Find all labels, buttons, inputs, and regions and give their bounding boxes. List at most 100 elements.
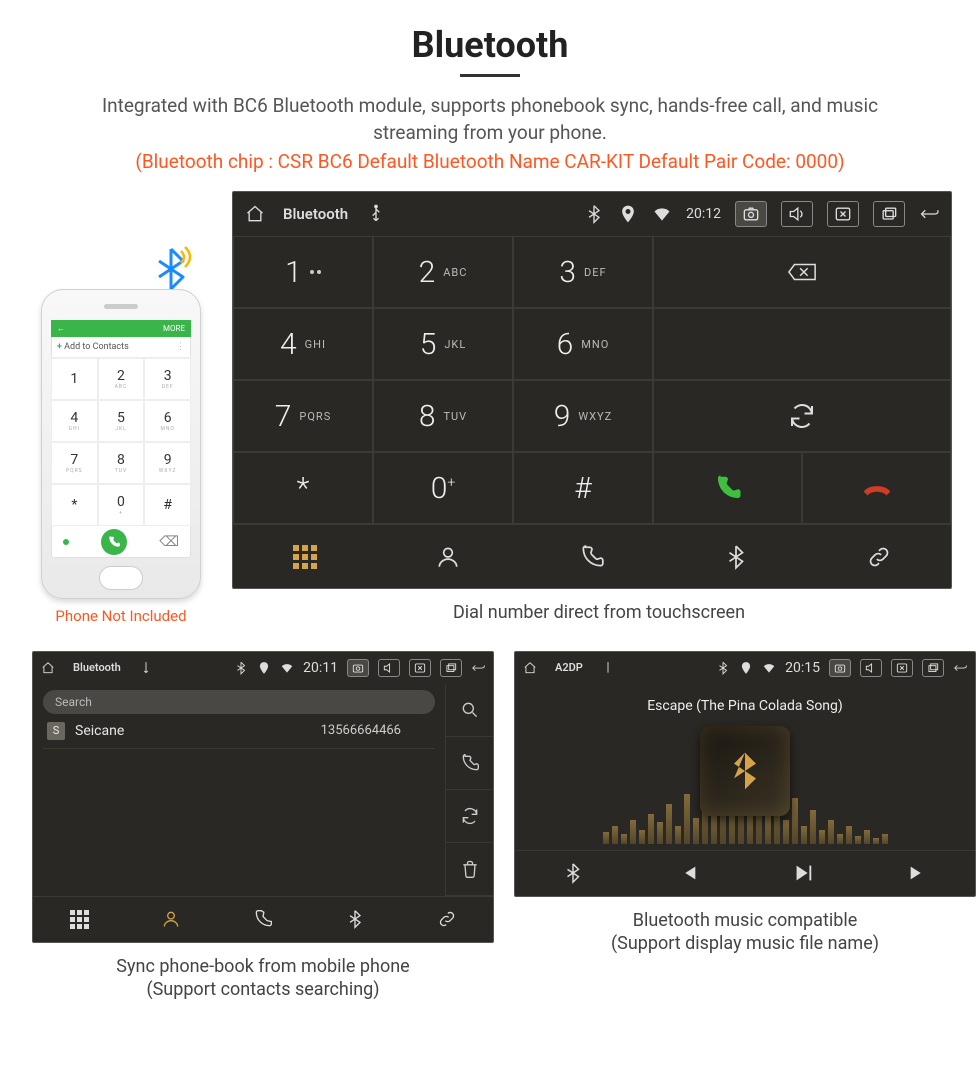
wifi-icon bbox=[762, 661, 776, 675]
section-spec: (Bluetooth chip : CSR BC6 Default Blueto… bbox=[0, 150, 980, 173]
status-bar: Bluetooth 20:11 bbox=[33, 652, 493, 684]
bluetooth-button[interactable] bbox=[515, 851, 630, 896]
side-call-button[interactable] bbox=[446, 737, 493, 790]
phone-key-7: 7PQRS bbox=[51, 442, 98, 484]
sync-button[interactable] bbox=[653, 380, 951, 452]
music-panel: A2DP 20:15 Escape (The Pina Colada Song) bbox=[514, 651, 976, 897]
volume-button[interactable] bbox=[781, 201, 813, 227]
wifi-icon bbox=[280, 661, 294, 675]
phone-key-6: 6MNO bbox=[144, 400, 191, 442]
dial-key-2[interactable]: 2ABC bbox=[373, 236, 513, 308]
search-input[interactable]: Search bbox=[43, 690, 435, 714]
contact-row[interactable]: S Seicane 13566664466 bbox=[43, 714, 435, 749]
contact-initial: S bbox=[47, 722, 65, 740]
dial-key-*[interactable]: * bbox=[233, 452, 373, 524]
phone-more-label: MORE bbox=[163, 324, 185, 333]
app-title: Bluetooth bbox=[73, 661, 121, 674]
side-sync-button[interactable] bbox=[446, 790, 493, 843]
tab-dialpad[interactable] bbox=[33, 897, 125, 942]
phonebook-panel: Bluetooth 20:11 Search bbox=[32, 651, 494, 943]
dial-blank bbox=[653, 308, 951, 380]
phone-key-#: # bbox=[144, 484, 191, 526]
call-button[interactable] bbox=[653, 452, 802, 524]
track-title: Escape (The Pina Colada Song) bbox=[647, 698, 843, 714]
screenshot-button[interactable] bbox=[735, 201, 767, 227]
dial-key-#[interactable]: # bbox=[513, 452, 653, 524]
clock: 20:12 bbox=[686, 206, 721, 222]
dial-key-3[interactable]: 3DEF bbox=[513, 236, 653, 308]
status-bar: Bluetooth 20:12 bbox=[233, 192, 951, 236]
location-icon bbox=[739, 661, 753, 675]
phone-key-4: 4GHI bbox=[51, 400, 98, 442]
app-title: Bluetooth bbox=[283, 205, 348, 223]
clock: 20:11 bbox=[303, 660, 338, 676]
recent-apps-button[interactable] bbox=[440, 659, 462, 677]
wifi-icon bbox=[652, 204, 672, 224]
dial-key-0[interactable]: 0+ bbox=[373, 452, 513, 524]
dial-key-8[interactable]: 8TUV bbox=[373, 380, 513, 452]
volume-button[interactable] bbox=[378, 659, 400, 677]
album-art-icon bbox=[700, 726, 790, 816]
tab-contacts[interactable] bbox=[377, 525, 521, 588]
prev-track-button[interactable] bbox=[630, 851, 745, 896]
location-icon bbox=[618, 204, 638, 224]
home-icon[interactable] bbox=[523, 661, 537, 675]
phone-key-2: 2ABC bbox=[98, 358, 145, 400]
screenshot-button[interactable] bbox=[347, 659, 369, 677]
dial-key-6[interactable]: 6MNO bbox=[513, 308, 653, 380]
usb-icon bbox=[601, 661, 615, 675]
dial-key-5[interactable]: 5JKL bbox=[373, 308, 513, 380]
recent-apps-button[interactable] bbox=[922, 659, 944, 677]
screenshot-button[interactable] bbox=[829, 659, 851, 677]
tab-call-log[interactable] bbox=[217, 897, 309, 942]
home-icon[interactable] bbox=[245, 204, 265, 224]
phone-back-icon: ← bbox=[57, 324, 65, 333]
dialer-caption: Dial number direct from touchscreen bbox=[232, 601, 966, 624]
usb-icon bbox=[366, 204, 386, 224]
phonebook-caption: Sync phone-book from mobile phone (Suppo… bbox=[32, 955, 494, 1002]
play-pause-button[interactable] bbox=[745, 851, 860, 896]
recent-apps-button[interactable] bbox=[873, 201, 905, 227]
bottom-tabs bbox=[233, 524, 951, 588]
section-title: Bluetooth bbox=[0, 24, 980, 66]
close-app-button[interactable] bbox=[891, 659, 913, 677]
close-app-button[interactable] bbox=[409, 659, 431, 677]
next-track-button[interactable] bbox=[860, 851, 975, 896]
dial-key-1[interactable]: 1 bbox=[233, 236, 373, 308]
bluetooth-icon bbox=[584, 204, 604, 224]
usb-icon bbox=[139, 661, 153, 675]
phone-key-9: 9WXYZ bbox=[144, 442, 191, 484]
dial-key-9[interactable]: 9WXYZ bbox=[513, 380, 653, 452]
phone-key-5: 5JKL bbox=[98, 400, 145, 442]
bluetooth-icon bbox=[234, 661, 248, 675]
side-search-button[interactable] bbox=[446, 684, 493, 737]
backspace-button[interactable] bbox=[653, 236, 951, 308]
phone-key-3: 3DEF bbox=[144, 358, 191, 400]
tab-bluetooth[interactable] bbox=[664, 525, 808, 588]
dialer-panel: Bluetooth 20:12 12ABC3DEF 4GHI5JKL6MNO 7PQ… bbox=[232, 191, 952, 589]
tab-pair[interactable] bbox=[401, 897, 493, 942]
back-button[interactable] bbox=[953, 661, 967, 675]
tab-call-log[interactable] bbox=[520, 525, 664, 588]
location-icon bbox=[257, 661, 271, 675]
tab-bluetooth[interactable] bbox=[309, 897, 401, 942]
contact-name: Seicane bbox=[75, 723, 124, 739]
home-icon[interactable] bbox=[41, 661, 55, 675]
back-button[interactable] bbox=[919, 204, 939, 224]
phone-sim-icon bbox=[63, 539, 69, 545]
music-caption: Bluetooth music compatible (Support disp… bbox=[514, 909, 976, 956]
close-app-button[interactable] bbox=[827, 201, 859, 227]
hangup-button[interactable] bbox=[802, 452, 951, 524]
tab-contacts[interactable] bbox=[125, 897, 217, 942]
dial-key-4[interactable]: 4GHI bbox=[233, 308, 373, 380]
volume-button[interactable] bbox=[860, 659, 882, 677]
side-delete-button[interactable] bbox=[446, 843, 493, 896]
phone-mock: ← MORE + Add to Contacts ⋮ 12ABC3DEF4GHI… bbox=[41, 289, 201, 599]
tab-pair[interactable] bbox=[807, 525, 951, 588]
tab-dialpad[interactable] bbox=[233, 525, 377, 588]
section-divider bbox=[460, 74, 520, 77]
dial-pad: 12ABC3DEF 4GHI5JKL6MNO 7PQRS8TUV9WXYZ *0+# bbox=[233, 236, 951, 524]
dial-key-7[interactable]: 7PQRS bbox=[233, 380, 373, 452]
clock: 20:15 bbox=[785, 660, 820, 676]
back-button[interactable] bbox=[471, 661, 485, 675]
